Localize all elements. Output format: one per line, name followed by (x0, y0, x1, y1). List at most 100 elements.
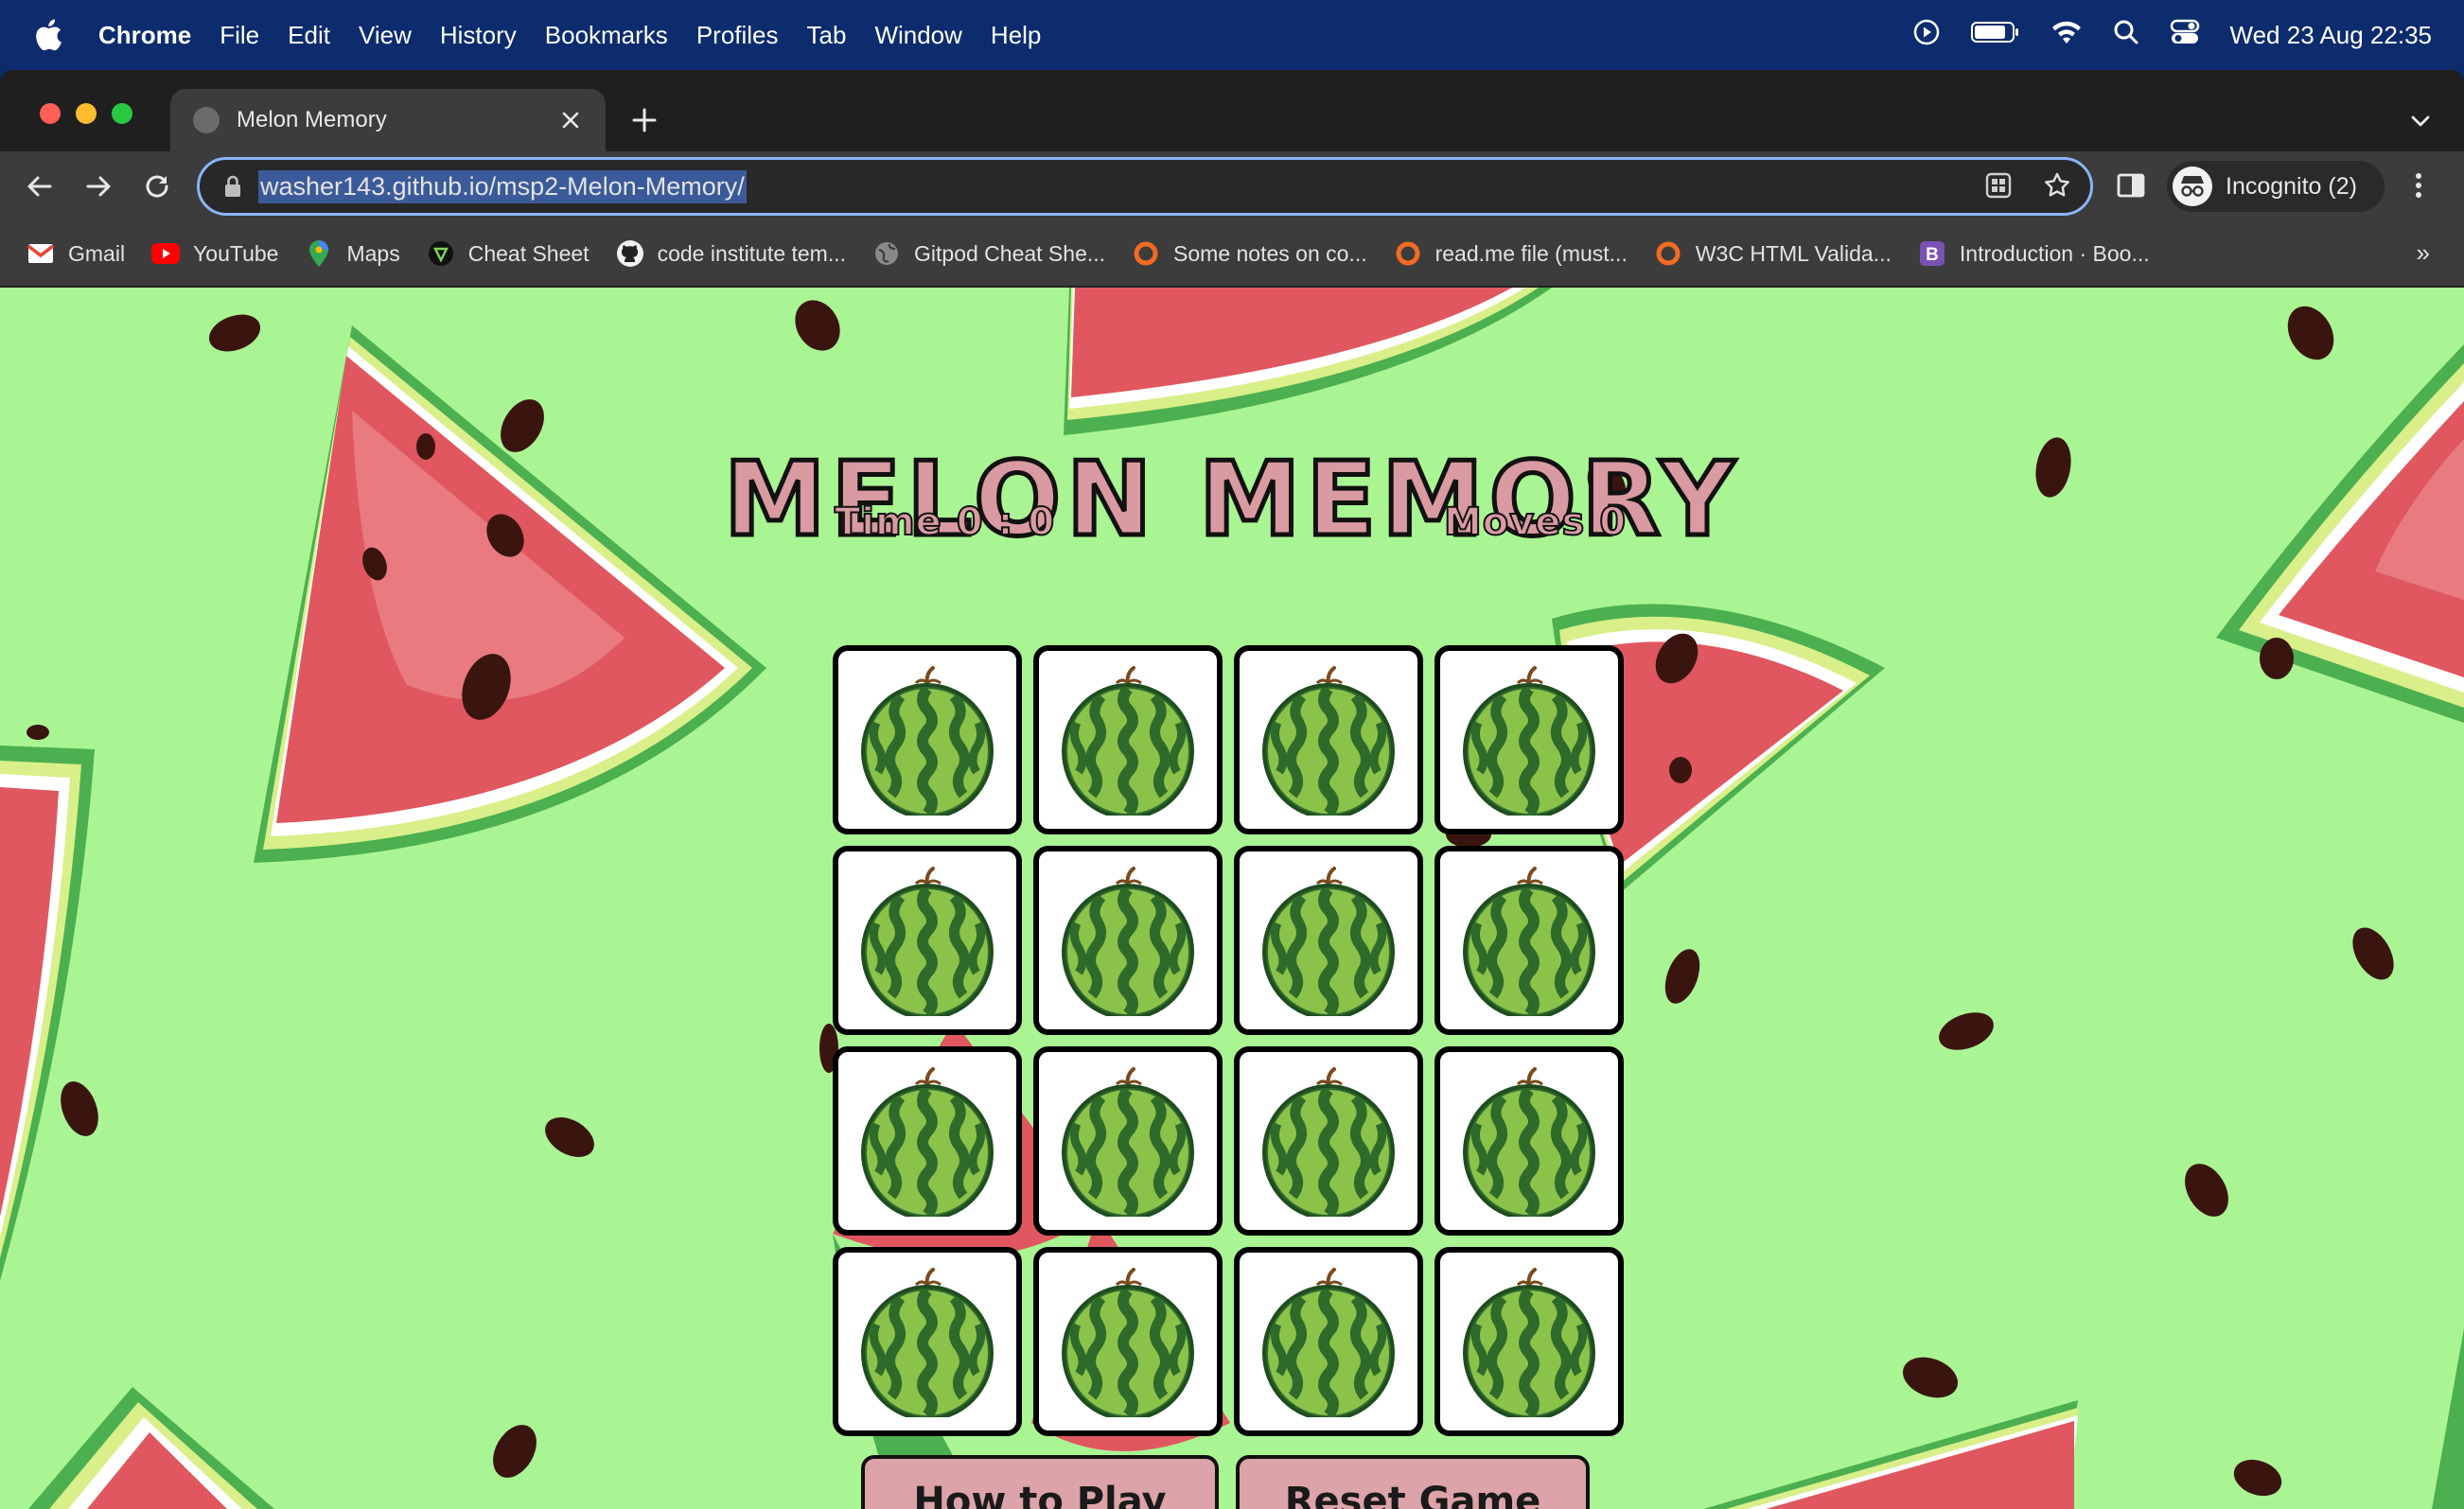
bookmark-label: Cheat Sheet (467, 240, 590, 266)
bookmark-some-notes[interactable]: Some notes on co... (1132, 239, 1367, 268)
watermelon-icon (1463, 867, 1595, 1016)
menu-window[interactable]: Window (874, 21, 961, 50)
bookmark-label: code institute tem... (657, 240, 847, 266)
tab-strip: Melon Memory (0, 70, 2464, 151)
menu-file[interactable]: File (220, 21, 259, 50)
bookmark-cheat-sheet[interactable]: Cheat Sheet (427, 239, 590, 268)
watermelon-icon (1262, 867, 1395, 1016)
memory-card[interactable] (1033, 1046, 1223, 1236)
bookmark-star-icon[interactable] (2043, 171, 2071, 204)
menu-edit[interactable]: Edit (288, 21, 330, 50)
reset-game-button[interactable]: Reset Game (1236, 1455, 1590, 1509)
memory-card[interactable] (833, 1247, 1022, 1436)
game-title: MELON MEMORY (721, 439, 1740, 562)
watermelon-icon (1062, 1268, 1194, 1417)
lock-icon[interactable] (222, 174, 247, 199)
new-tab-plus-icon[interactable] (628, 104, 660, 136)
menu-view[interactable]: View (359, 21, 412, 50)
maps-icon (305, 239, 333, 268)
svg-text:B: B (1926, 245, 1939, 265)
menu-history[interactable]: History (440, 21, 517, 50)
tab-melon-memory[interactable]: Melon Memory (170, 89, 606, 151)
memory-card[interactable] (1434, 645, 1624, 834)
circle-icon (1132, 239, 1160, 268)
watermelon-slice-decoration (28, 1387, 274, 1509)
memory-card[interactable] (1234, 645, 1423, 834)
control-center-icon[interactable] (2170, 19, 2200, 52)
memory-card[interactable] (1434, 1247, 1624, 1436)
watermelon-slice-decoration (1064, 288, 1552, 435)
menu-profiles[interactable]: Profiles (696, 21, 779, 50)
memory-card[interactable] (1033, 846, 1223, 1035)
how-to-play-button[interactable]: How to Play (861, 1455, 1219, 1509)
address-bar[interactable]: washer143.github.io/msp2-Melon-Memory/ (197, 157, 2093, 216)
bookmark-maps[interactable]: Maps (305, 239, 400, 268)
circle-icon (1654, 239, 1682, 268)
menu-tab[interactable]: Tab (807, 21, 847, 50)
tab-search-chevron-icon[interactable] (2407, 108, 2434, 134)
bookmark-youtube[interactable]: YouTube (151, 239, 278, 268)
forward-arrow-icon[interactable] (79, 167, 117, 205)
cheatsheet-icon (427, 239, 455, 268)
reload-icon[interactable] (138, 167, 176, 205)
close-tab-icon[interactable] (556, 106, 585, 134)
macos-menu-bar: Chrome File Edit View History Bookmarks … (0, 0, 2464, 70)
install-app-icon[interactable] (1984, 171, 2013, 204)
memory-card[interactable] (1434, 1046, 1624, 1236)
menu-help[interactable]: Help (991, 21, 1041, 50)
bookmark-label: Some notes on co... (1173, 240, 1367, 266)
bookmark-bootstrap[interactable]: B Introduction · Boo... (1918, 239, 2150, 268)
globe-icon (872, 239, 901, 268)
bookmark-label: Maps (346, 240, 400, 266)
watermelon-icon (861, 867, 994, 1016)
incognito-profile-button[interactable]: Incognito (2) (2167, 161, 2385, 212)
bookmark-label: Gitpod Cheat She... (914, 240, 1106, 266)
memory-card[interactable] (1234, 1046, 1423, 1236)
memory-card[interactable] (1234, 846, 1423, 1035)
watermelon-slice-decoration (0, 746, 95, 1281)
spotlight-search-icon[interactable] (2113, 19, 2139, 52)
menu-app-name[interactable]: Chrome (98, 21, 191, 50)
bookmark-gmail[interactable]: Gmail (26, 239, 125, 268)
watermelon-icon (1062, 666, 1194, 816)
back-arrow-icon[interactable] (21, 167, 59, 205)
memory-card[interactable] (833, 846, 1022, 1035)
minimize-window-button[interactable] (76, 103, 97, 124)
watermelon-slice-decoration (2432, 1328, 2464, 1509)
apple-menu-icon[interactable] (34, 17, 66, 53)
url-text[interactable]: washer143.github.io/msp2-Melon-Memory/ (258, 169, 747, 203)
now-playing-icon[interactable] (1912, 18, 1941, 53)
menu-clock[interactable]: Wed 23 Aug 22:35 (2230, 21, 2432, 50)
bookmark-gitpod[interactable]: Gitpod Cheat She... (872, 239, 1105, 268)
bookmark-label: Introduction · Boo... (1959, 240, 2150, 266)
bookmark-code-institute[interactable]: code institute tem... (616, 239, 846, 268)
bookmark-w3c[interactable]: W3C HTML Valida... (1654, 239, 1892, 268)
memory-card[interactable] (1234, 1247, 1423, 1436)
globe-favicon-icon (193, 107, 220, 133)
moves-counter: Moves 0 (1443, 500, 1628, 545)
side-panel-icon[interactable] (2116, 170, 2148, 202)
bookmarks-bar: Gmail YouTube Maps Cheat Sheet code inst… (0, 221, 2464, 286)
browser-toolbar: washer143.github.io/msp2-Melon-Memory/ I… (0, 151, 2464, 221)
memory-card[interactable] (1033, 1247, 1223, 1436)
bookmark-label: read.me file (must... (1434, 240, 1628, 266)
browser-window: Melon Memory washer143.github.io/msp2-Me… (0, 70, 2464, 1509)
bookmark-readme[interactable]: read.me file (must... (1394, 239, 1628, 268)
menu-bookmarks[interactable]: Bookmarks (545, 21, 668, 50)
zoom-window-button[interactable] (112, 103, 132, 124)
memory-card[interactable] (833, 1046, 1022, 1236)
circle-icon (1394, 239, 1422, 268)
browser-menu-kebab-icon[interactable] (2403, 170, 2436, 202)
memory-card[interactable] (1434, 846, 1624, 1035)
watermelon-icon (1262, 1268, 1395, 1417)
timer-display: Time 0 : 0 (834, 500, 1056, 545)
incognito-icon (2173, 167, 2212, 206)
watermelon-slice-decoration (254, 325, 766, 863)
wifi-icon[interactable] (2050, 19, 2083, 52)
memory-card[interactable] (833, 645, 1022, 834)
battery-icon[interactable] (1970, 20, 2020, 51)
close-window-button[interactable] (40, 103, 61, 124)
bookmark-label: YouTube (193, 240, 279, 266)
memory-card[interactable] (1033, 645, 1223, 834)
bookmarks-overflow-chevron-icon[interactable]: » (2417, 238, 2430, 268)
